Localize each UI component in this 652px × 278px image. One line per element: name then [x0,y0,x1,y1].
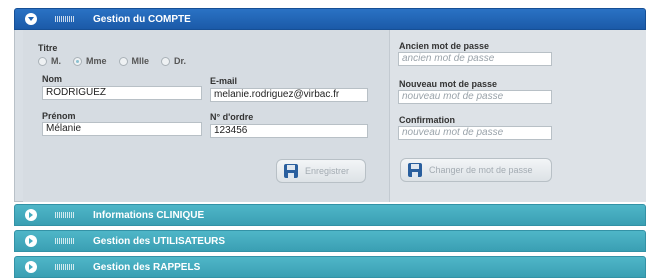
grip-icon [55,16,75,22]
old-password-field[interactable]: ancien mot de passe [398,52,552,66]
old-password-label: Ancien mot de passe [399,41,490,51]
change-password-button[interactable]: Changer de mot de passe [400,158,552,182]
expand-chevron-icon[interactable] [25,209,37,221]
prenom-label: Prénom [42,111,76,121]
radio-mlle[interactable]: Mlle [118,56,150,66]
radio-mlle-label: Mlle [131,56,150,66]
radio-mlle-dot[interactable] [118,56,128,66]
new-password-label: Nouveau mot de passe [399,79,498,89]
radio-dr-dot[interactable] [161,56,171,66]
confirm-password-label: Confirmation [399,115,455,125]
users-panel-header[interactable]: Gestion des UTILISATEURS [14,230,646,252]
radio-m[interactable]: M. [38,56,61,66]
reminders-panel-title: Gestion des RAPPELS [93,261,201,273]
users-panel-title: Gestion des UTILISATEURS [93,235,226,247]
expand-chevron-icon[interactable] [25,235,37,247]
email-field[interactable]: melanie.rodriguez@virbac.fr [210,88,368,102]
prenom-field[interactable]: Mélanie [42,122,202,136]
grip-icon [55,264,75,270]
radio-dr-label: Dr. [174,56,187,66]
account-panel-header[interactable]: Gestion du COMPTE [14,8,646,30]
clinic-panel-header[interactable]: Informations CLINIQUE [14,204,646,226]
grip-icon [55,212,75,218]
clinic-panel-title: Informations CLINIQUE [93,209,205,221]
floppy-disk-icon [284,164,298,178]
nom-label: Nom [42,74,62,84]
titre-label: Titre [38,43,58,53]
email-label: E-mail [210,76,238,86]
ordre-field[interactable]: 123456 [210,124,368,138]
radio-m-dot[interactable] [38,56,47,66]
account-panel-title: Gestion du COMPTE [93,13,191,25]
reminders-panel-header[interactable]: Gestion des RAPPELS [14,256,646,278]
radio-dr[interactable]: Dr. [161,56,186,66]
collapse-chevron-icon[interactable] [25,13,37,25]
save-button-label: Enregistrer [305,166,350,176]
floppy-disk-icon [408,163,422,177]
new-password-field[interactable]: nouveau mot de passe [398,90,552,104]
expand-chevron-icon[interactable] [25,261,37,273]
title-radio-group: M. Mme Mlle Dr. [38,56,198,66]
radio-mme[interactable]: Mme [73,56,107,66]
radio-m-label: M. [51,56,61,66]
nom-field[interactable]: RODRIGUEZ [42,86,202,100]
radio-mme-dot[interactable] [73,56,82,66]
ordre-label: N° d'ordre [210,112,254,122]
grip-icon [55,238,75,244]
save-button[interactable]: Enregistrer [276,159,366,183]
change-password-label: Changer de mot de passe [429,165,533,175]
confirm-password-field[interactable]: nouveau mot de passe [398,126,552,140]
radio-mme-label: Mme [86,56,107,66]
